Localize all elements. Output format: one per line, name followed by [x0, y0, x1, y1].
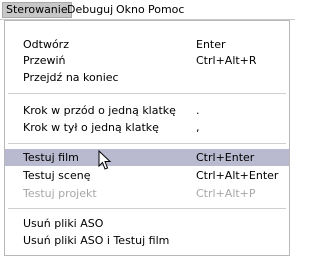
menu-item-label: Testuj projekt: [23, 187, 97, 200]
menu-okno[interactable]: Okno: [113, 2, 148, 18]
menu-item-shortcut: Ctrl+Enter: [196, 151, 255, 164]
menu-item-label: Testuj scenę: [23, 169, 91, 182]
menu-item-usun-pliki-aso-i-testuj[interactable]: Usuń pliki ASO i Testuj film: [5, 232, 289, 249]
menu-item-przejdz-na-koniec[interactable]: Przejdź na koniec: [5, 69, 289, 86]
sterowanie-dropdown-menu: Odtwórz Enter Przewiń Ctrl+Alt+R Przejdź…: [4, 20, 290, 256]
menu-sterowanie[interactable]: Sterowanie: [2, 2, 72, 18]
menu-item-label: Przewiń: [23, 54, 66, 67]
menu-separator: [8, 93, 286, 94]
menu-item-label: Testuj film: [23, 151, 79, 164]
menu-separator: [8, 143, 286, 144]
menu-item-label: Odtwórz: [23, 38, 69, 51]
mouse-pointer-icon: [98, 150, 112, 170]
menu-bar: Sterowanie Debuguj Okno Pomoc: [0, 0, 295, 20]
menu-item-usun-pliki-aso[interactable]: Usuń pliki ASO: [5, 215, 289, 232]
menu-item-shortcut: Enter: [196, 38, 226, 51]
menu-item-testuj-projekt: Testuj projekt Ctrl+Alt+P: [5, 185, 289, 202]
menu-item-odtworz[interactable]: Odtwórz Enter: [5, 36, 289, 53]
menu-item-label: Krok w tył o jedną klatkę: [23, 121, 159, 134]
menu-item-label: Krok w przód o jedną klatkę: [23, 104, 176, 117]
menu-item-krok-w-tyl[interactable]: Krok w tył o jedną klatkę ,: [5, 119, 289, 136]
menu-item-label: Usuń pliki ASO i Testuj film: [23, 234, 170, 247]
menu-item-label: Usuń pliki ASO: [23, 217, 104, 230]
menu-debuguj[interactable]: Debuguj: [64, 2, 116, 18]
menu-item-shortcut: Ctrl+Alt+P: [196, 187, 256, 200]
menu-item-shortcut: Ctrl+Alt+R: [196, 54, 257, 67]
menu-item-przewin[interactable]: Przewiń Ctrl+Alt+R: [5, 52, 289, 69]
menu-pomoc[interactable]: Pomoc: [145, 2, 187, 18]
menu-item-shortcut: ,: [196, 121, 200, 134]
menu-item-shortcut: .: [196, 104, 200, 117]
menu-item-testuj-film[interactable]: Testuj film Ctrl+Enter: [5, 149, 289, 166]
menu-item-shortcut: Ctrl+Alt+Enter: [196, 169, 279, 182]
menu-item-testuj-scene[interactable]: Testuj scenę Ctrl+Alt+Enter: [5, 167, 289, 184]
menu-item-krok-w-przod[interactable]: Krok w przód o jedną klatkę .: [5, 102, 289, 119]
menu-separator: [8, 208, 286, 209]
menu-item-label: Przejdź na koniec: [23, 71, 119, 84]
